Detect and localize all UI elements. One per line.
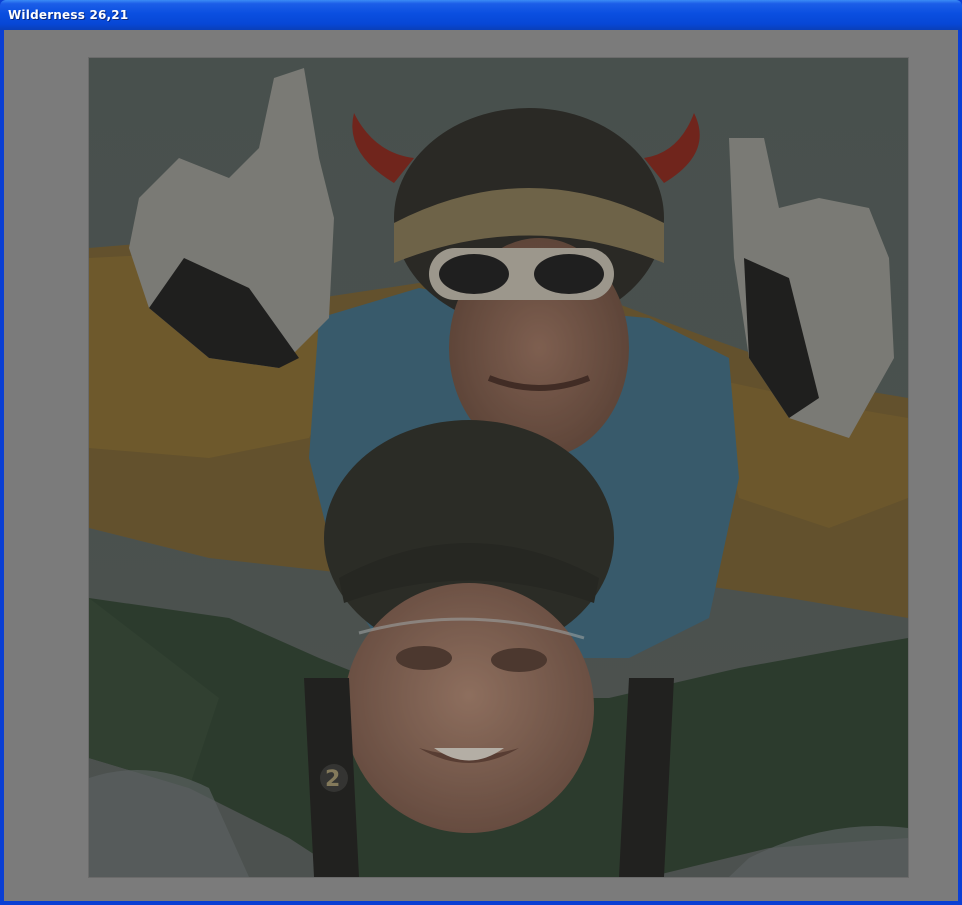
viewer-client-area: 2 — [4, 30, 958, 901]
image-viewer-window: Wilderness 26,21 2 — [0, 0, 962, 905]
window-title: Wilderness 26,21 — [8, 8, 129, 22]
title-bar[interactable]: Wilderness 26,21 — [0, 0, 962, 30]
photo-image: 2 — [89, 58, 908, 877]
photo-dim-overlay — [89, 58, 908, 877]
